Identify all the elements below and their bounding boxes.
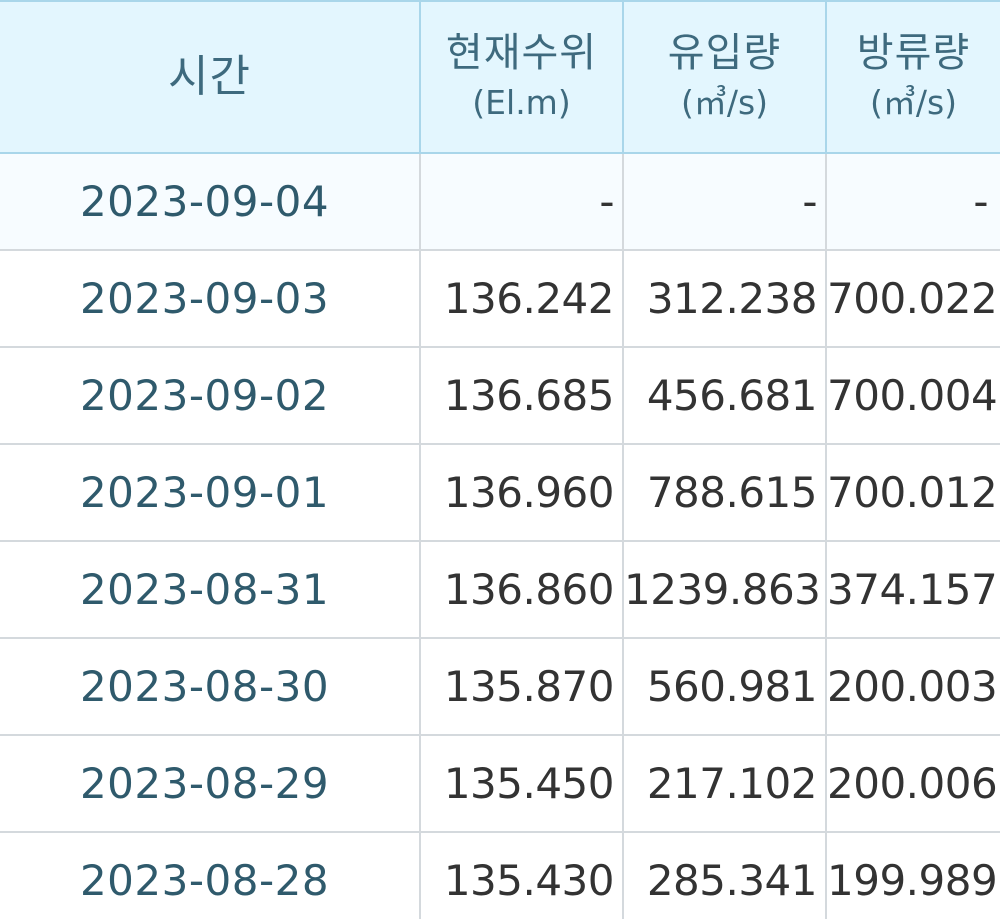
column-header-inflow[interactable]: 유입량 (㎥/s) (623, 1, 827, 154)
cell-outflow: 700.012 (826, 444, 1000, 542)
cell-date: 2023-09-02 (0, 347, 421, 445)
table-body: 2023-09-04 - - - 2023-09-03 136.242 312.… (0, 153, 1000, 919)
table-row: 2023-08-31 136.860 1239.863 374.157 (0, 541, 1000, 639)
column-header-label: 시간 (168, 51, 251, 102)
cell-inflow: 560.981 (623, 638, 827, 736)
table-row: 2023-09-01 136.960 788.615 700.012 (0, 444, 1000, 542)
cell-outflow: - (826, 153, 1000, 251)
cell-date: 2023-09-03 (0, 250, 421, 348)
cell-inflow: 285.341 (623, 832, 827, 919)
cell-outflow: 200.003 (826, 638, 1000, 736)
cell-outflow: 374.157 (826, 541, 1000, 639)
table-row: 2023-08-29 135.450 217.102 200.006 (0, 735, 1000, 833)
cell-date: 2023-08-28 (0, 832, 421, 919)
cell-inflow: 456.681 (623, 347, 827, 445)
table-row: 2023-08-30 135.870 560.981 200.003 (0, 638, 1000, 736)
cell-water-level: - (420, 153, 624, 251)
cell-inflow: 1239.863 (623, 541, 827, 639)
column-header-time[interactable]: 시간 (0, 1, 421, 154)
cell-water-level: 136.685 (420, 347, 624, 445)
table-row: 2023-09-04 - - - (0, 153, 1000, 251)
cell-inflow: - (623, 153, 827, 251)
cell-date: 2023-09-01 (0, 444, 421, 542)
cell-outflow: 200.006 (826, 735, 1000, 833)
table-header: 시간 현재수위 (El.m) 유입량 (㎥/s) 방류량 (㎥/s) (0, 1, 1000, 154)
water-level-table: 시간 현재수위 (El.m) 유입량 (㎥/s) 방류량 (㎥/s) 2023-… (0, 0, 1000, 919)
column-header-outflow[interactable]: 방류량 (㎥/s) (826, 1, 1000, 154)
table-row: 2023-09-02 136.685 456.681 700.004 (0, 347, 1000, 445)
column-header-label: 현재수위 (445, 30, 598, 76)
column-header-label: 방류량 (856, 30, 971, 76)
cell-outflow: 199.989 (826, 832, 1000, 919)
cell-inflow: 788.615 (623, 444, 827, 542)
cell-water-level: 136.860 (420, 541, 624, 639)
cell-inflow: 312.238 (623, 250, 827, 348)
cell-water-level: 135.870 (420, 638, 624, 736)
column-header-unit: (㎥/s) (680, 83, 769, 122)
cell-outflow: 700.022 (826, 250, 1000, 348)
cell-date: 2023-08-29 (0, 735, 421, 833)
dam-data-table-panel: 시간 현재수위 (El.m) 유입량 (㎥/s) 방류량 (㎥/s) 2023-… (0, 0, 1000, 919)
cell-water-level: 135.450 (420, 735, 624, 833)
cell-date: 2023-09-04 (0, 153, 421, 251)
column-header-label: 유입량 (667, 30, 782, 76)
cell-water-level: 136.960 (420, 444, 624, 542)
cell-date: 2023-08-30 (0, 638, 421, 736)
cell-inflow: 217.102 (623, 735, 827, 833)
cell-outflow: 700.004 (826, 347, 1000, 445)
header-row: 시간 현재수위 (El.m) 유입량 (㎥/s) 방류량 (㎥/s) (0, 1, 1000, 154)
table-row: 2023-08-28 135.430 285.341 199.989 (0, 832, 1000, 919)
cell-date: 2023-08-31 (0, 541, 421, 639)
cell-water-level: 135.430 (420, 832, 624, 919)
cell-water-level: 136.242 (420, 250, 624, 348)
column-header-unit: (㎥/s) (869, 83, 958, 122)
column-header-water-level[interactable]: 현재수위 (El.m) (420, 1, 624, 154)
table-row: 2023-09-03 136.242 312.238 700.022 (0, 250, 1000, 348)
column-header-unit: (El.m) (472, 83, 571, 122)
